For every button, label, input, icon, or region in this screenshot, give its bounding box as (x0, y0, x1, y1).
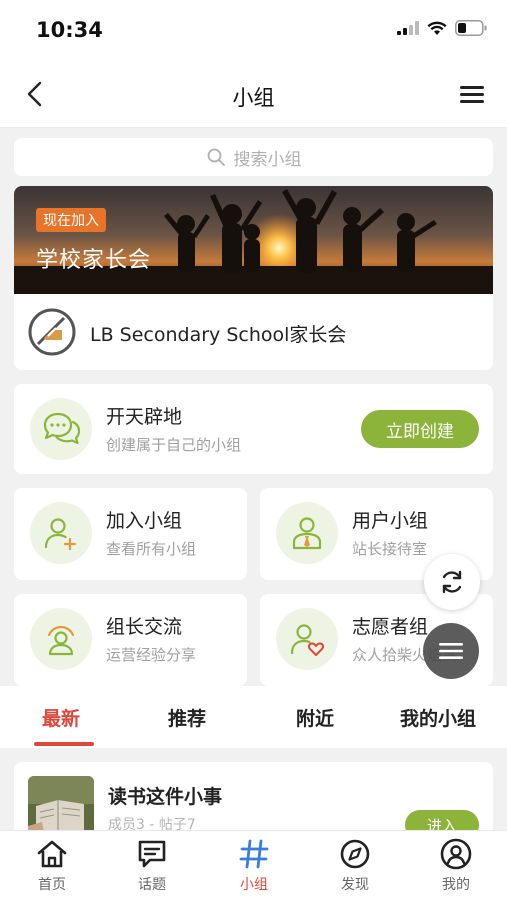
bottom-nav-topics[interactable]: 话题 (116, 837, 188, 894)
tab-latest[interactable]: 最新 (42, 704, 80, 731)
create-card-title: 开天辟地 (106, 406, 183, 428)
bottom-nav-label: 小组 (240, 877, 268, 893)
grid-card-title: 组长交流 (106, 616, 183, 638)
wifi-icon (427, 21, 447, 35)
search-icon (207, 148, 225, 166)
tab-recommended[interactable]: 推荐 (168, 704, 206, 731)
page-title: 小组 (232, 86, 275, 110)
search-input[interactable]: 搜索小组 (14, 138, 493, 176)
bottom-nav-discover[interactable]: 发现 (319, 837, 391, 894)
grid-card-subtitle: 查看所有小组 (106, 540, 197, 558)
bottom-nav-label: 发现 (341, 877, 369, 893)
battery-icon (455, 20, 487, 36)
home-icon (37, 840, 67, 868)
refresh-icon (442, 570, 462, 594)
grid-card-subtitle: 站长接待室 (352, 540, 428, 558)
compass-icon (340, 839, 370, 869)
banner-title: 学校家长会 (36, 248, 152, 273)
status-time: 10:34 (36, 18, 103, 42)
create-card-subtitle: 创建属于自己的小组 (106, 436, 242, 454)
nav-bar: 小组 (0, 60, 507, 128)
cellular-signal-icon (397, 21, 419, 35)
user-heart-icon (276, 608, 338, 670)
leader-exchange-card[interactable]: 组长交流 运营经验分享 (14, 594, 247, 686)
parents-association-banner[interactable]: 现在加入 学校家长会 (14, 186, 493, 294)
tab-nearby[interactable]: 附近 (296, 704, 334, 731)
bottom-nav-label: 首页 (38, 877, 66, 893)
chat-bubbles-icon (30, 398, 92, 460)
bottom-nav-home[interactable]: 首页 (16, 837, 88, 894)
user-add-icon (30, 502, 92, 564)
grid-card-title: 加入小组 (106, 510, 183, 532)
floating-menu-button[interactable] (423, 623, 479, 679)
school-logo-icon (28, 308, 76, 356)
tab-active-indicator (34, 742, 94, 746)
search-placeholder: 搜索小组 (233, 149, 302, 170)
create-now-button[interactable]: 立即创建 (361, 410, 479, 448)
school-card[interactable]: LB Secondary School家长会 (14, 294, 493, 370)
sunset-silhouette-image (14, 186, 493, 294)
content-tabs: 最新 推荐 附近 我的小组 (0, 686, 507, 748)
bottom-nav-label: 话题 (138, 877, 166, 893)
school-name: LB Secondary School家长会 (90, 324, 347, 346)
grid-card-title: 用户小组 (352, 510, 429, 532)
refresh-button[interactable] (424, 554, 480, 610)
bottom-nav-label: 我的 (442, 877, 470, 893)
chat-icon (138, 840, 166, 868)
menu-icon (439, 643, 463, 659)
bottom-nav: 首页 话题 小组 发现 我的 (0, 830, 507, 900)
user-signal-icon (30, 608, 92, 670)
bottom-nav-me[interactable]: 我的 (420, 837, 492, 894)
grid-card-subtitle: 运营经验分享 (106, 646, 197, 664)
join-group-card[interactable]: 加入小组 查看所有小组 (14, 488, 247, 580)
bottom-nav-groups[interactable]: 小组 (218, 837, 290, 894)
profile-icon (440, 838, 472, 870)
hashtag-icon (239, 839, 269, 869)
status-icons (397, 20, 487, 36)
create-group-card: 开天辟地 创建属于自己的小组 立即创建 (14, 384, 493, 474)
grid-card-title: 志愿者组 (352, 616, 429, 638)
group-title: 读书这件小事 (108, 786, 223, 808)
tab-my-groups[interactable]: 我的小组 (400, 704, 476, 731)
join-now-badge[interactable]: 现在加入 (36, 208, 106, 232)
status-bar: 10:34 (0, 0, 507, 60)
hamburger-menu-icon[interactable] (459, 82, 485, 106)
user-tie-icon (276, 502, 338, 564)
